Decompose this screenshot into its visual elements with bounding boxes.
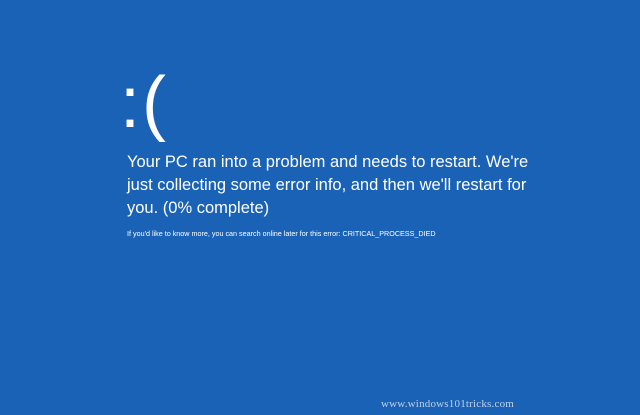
blue-screen-of-death: :( Your PC ran into a problem and needs … [0, 0, 640, 415]
error-message: Your PC ran into a problem and needs to … [127, 153, 529, 217]
website-watermark: www.windows101tricks.com [381, 398, 515, 410]
sad-face-emoticon: :( [120, 63, 168, 143]
error-details: If you'd like to know more, you can sear… [127, 229, 436, 238]
